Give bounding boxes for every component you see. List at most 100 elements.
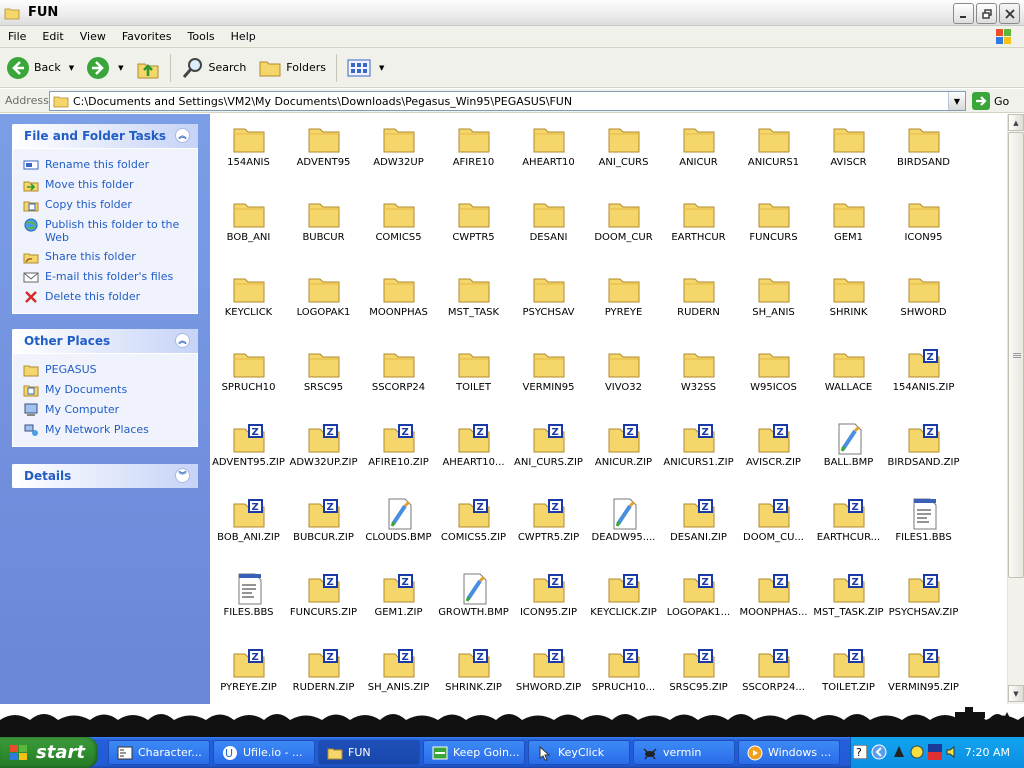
- restore-button[interactable]: [976, 3, 997, 24]
- go-button[interactable]: Go: [972, 92, 1009, 110]
- back-button[interactable]: Back ▼: [0, 51, 80, 85]
- file-item[interactable]: DESANI: [511, 192, 586, 267]
- file-item[interactable]: Z DESANI.ZIP: [661, 492, 736, 567]
- file-item[interactable]: KEYCLICK: [211, 267, 286, 342]
- file-item[interactable]: DOOM_CUR: [586, 192, 661, 267]
- collapse-icon[interactable]: ︽: [175, 333, 190, 348]
- task-move-folder[interactable]: Move this folder: [23, 175, 197, 195]
- file-item[interactable]: MST_TASK: [436, 267, 511, 342]
- file-item[interactable]: ANICURS1: [736, 117, 811, 192]
- title-bar[interactable]: FUN: [0, 0, 1024, 26]
- file-item[interactable]: Z SPRUCH10...: [586, 642, 661, 704]
- close-button[interactable]: [999, 3, 1020, 24]
- task-publish-web[interactable]: Publish this folder to the Web: [23, 215, 197, 247]
- file-item[interactable]: Z FUNCURS.ZIP: [286, 567, 361, 642]
- details-header[interactable]: Details ︾: [12, 464, 198, 488]
- taskbar-item-fun[interactable]: FUN: [318, 740, 420, 765]
- start-button[interactable]: start: [0, 737, 98, 768]
- chevron-down-icon[interactable]: ▼: [69, 64, 74, 72]
- file-item[interactable]: Z BUBCUR.ZIP: [286, 492, 361, 567]
- task-share-folder[interactable]: Share this folder: [23, 247, 197, 267]
- views-button[interactable]: ▼: [341, 51, 390, 85]
- file-item[interactable]: MOONPHAS: [361, 267, 436, 342]
- file-item[interactable]: COMICS5: [361, 192, 436, 267]
- taskbar-item-character-map[interactable]: Character...: [108, 740, 210, 765]
- scroll-down-button[interactable]: ▼: [1008, 685, 1024, 702]
- place-my-documents[interactable]: My Documents: [23, 380, 197, 400]
- tray-flag-icon[interactable]: [927, 743, 943, 761]
- address-dropdown-button[interactable]: ▼: [948, 92, 965, 110]
- clock[interactable]: 7:20 AM: [965, 746, 1010, 759]
- file-item[interactable]: Z ADW32UP.ZIP: [286, 417, 361, 492]
- file-item[interactable]: PSYCHSAV: [511, 267, 586, 342]
- other-places-header[interactable]: Other Places ︽: [12, 329, 198, 353]
- file-item[interactable]: VIVO32: [586, 342, 661, 417]
- taskbar-item-windows-media[interactable]: Windows ...: [738, 740, 840, 765]
- menu-help[interactable]: Help: [223, 30, 264, 43]
- file-item[interactable]: DEADW95....: [586, 492, 661, 567]
- search-button[interactable]: Search: [175, 51, 253, 85]
- vertical-scrollbar[interactable]: ▲ ▼: [1007, 114, 1024, 704]
- task-rename-folder[interactable]: Rename this folder: [23, 155, 197, 175]
- expand-icon[interactable]: ︾: [175, 468, 190, 483]
- minimize-button[interactable]: [953, 3, 974, 24]
- file-item[interactable]: ADW32UP: [361, 117, 436, 192]
- menu-tools[interactable]: Tools: [180, 30, 223, 43]
- address-input[interactable]: C:\Documents and Settings\VM2\My Documen…: [49, 91, 966, 111]
- file-item[interactable]: Z MST_TASK.ZIP: [811, 567, 886, 642]
- file-item[interactable]: VERMIN95: [511, 342, 586, 417]
- file-item[interactable]: WALLACE: [811, 342, 886, 417]
- file-item[interactable]: SH_ANIS: [736, 267, 811, 342]
- file-item[interactable]: Z ANICUR.ZIP: [586, 417, 661, 492]
- file-item[interactable]: TOILET: [436, 342, 511, 417]
- file-item[interactable]: Z PSYCHSAV.ZIP: [886, 567, 961, 642]
- taskbar-item-keyclick[interactable]: KeyClick: [528, 740, 630, 765]
- file-item[interactable]: SHRINK: [811, 267, 886, 342]
- file-item[interactable]: W32SS: [661, 342, 736, 417]
- file-item[interactable]: BIRDSAND: [886, 117, 961, 192]
- collapse-icon[interactable]: ︽: [175, 128, 190, 143]
- up-folder-button[interactable]: [130, 51, 166, 85]
- forward-button[interactable]: ▼: [80, 51, 129, 85]
- file-item[interactable]: GEM1: [811, 192, 886, 267]
- file-item[interactable]: AFIRE10: [436, 117, 511, 192]
- file-item[interactable]: SHWORD: [886, 267, 961, 342]
- file-item[interactable]: BALL.BMP: [811, 417, 886, 492]
- file-item[interactable]: Z 154ANIS.ZIP: [886, 342, 961, 417]
- file-item[interactable]: 154ANIS: [211, 117, 286, 192]
- menu-file[interactable]: File: [0, 30, 34, 43]
- file-item[interactable]: Z ADVENT95.ZIP: [211, 417, 286, 492]
- file-item[interactable]: BOB_ANI: [211, 192, 286, 267]
- tray-app-icon[interactable]: [891, 744, 907, 760]
- file-item[interactable]: CLOUDS.BMP: [361, 492, 436, 567]
- menu-edit[interactable]: Edit: [34, 30, 71, 43]
- file-item[interactable]: SRSC95: [286, 342, 361, 417]
- file-item[interactable]: Z ICON95.ZIP: [511, 567, 586, 642]
- file-item[interactable]: Z BOB_ANI.ZIP: [211, 492, 286, 567]
- file-item[interactable]: GROWTH.BMP: [436, 567, 511, 642]
- taskbar-item-vermin[interactable]: vermin: [633, 740, 735, 765]
- file-item[interactable]: Z COMICS5.ZIP: [436, 492, 511, 567]
- file-item[interactable]: SSCORP24: [361, 342, 436, 417]
- file-item[interactable]: Z TOILET.ZIP: [811, 642, 886, 704]
- taskbar-item-ufile[interactable]: U Ufile.io - ...: [213, 740, 315, 765]
- file-item[interactable]: Z VERMIN95.ZIP: [886, 642, 961, 704]
- file-item[interactable]: Z SSCORP24...: [736, 642, 811, 704]
- scroll-thumb[interactable]: [1008, 132, 1024, 578]
- menu-view[interactable]: View: [72, 30, 114, 43]
- file-item[interactable]: Z AHEART10...: [436, 417, 511, 492]
- file-item[interactable]: FUNCURS: [736, 192, 811, 267]
- tray-expand-icon[interactable]: [871, 744, 887, 760]
- file-item[interactable]: Z ANI_CURS.ZIP: [511, 417, 586, 492]
- task-copy-folder[interactable]: Copy this folder: [23, 195, 197, 215]
- file-item[interactable]: Z SH_ANIS.ZIP: [361, 642, 436, 704]
- file-item[interactable]: BUBCUR: [286, 192, 361, 267]
- file-item[interactable]: Z LOGOPAK1...: [661, 567, 736, 642]
- file-item[interactable]: W95ICOS: [736, 342, 811, 417]
- file-item[interactable]: Z KEYCLICK.ZIP: [586, 567, 661, 642]
- task-delete-folder[interactable]: Delete this folder: [23, 287, 197, 307]
- file-item[interactable]: ANI_CURS: [586, 117, 661, 192]
- file-item[interactable]: Z MOONPHAS...: [736, 567, 811, 642]
- place-pegasus[interactable]: PEGASUS: [23, 360, 197, 380]
- file-item[interactable]: ADVENT95: [286, 117, 361, 192]
